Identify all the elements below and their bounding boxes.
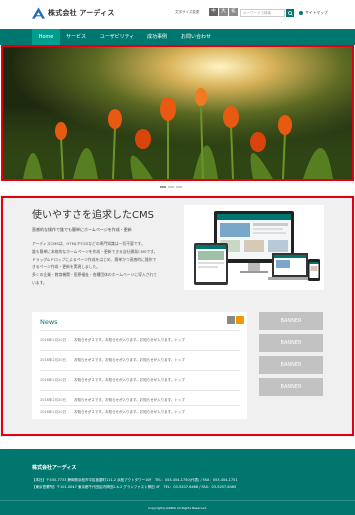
font-size-label: 文字サイズ変更 xyxy=(175,10,200,14)
search-input[interactable]: キーワードで検索 xyxy=(240,9,285,17)
sitemap-icon xyxy=(299,11,303,15)
nav-item-contact[interactable]: お問い合わせ xyxy=(176,29,216,45)
nav-item-home[interactable]: Home xyxy=(32,29,60,45)
nav-item-case-studies[interactable]: 成功事例 xyxy=(140,29,174,45)
footer-company: 株式会社アーディス xyxy=(32,465,77,471)
slider-dot[interactable] xyxy=(176,186,182,188)
hero-slider[interactable] xyxy=(1,45,354,181)
copyright: Copyright(c)ARDIS All Rights Reserved. xyxy=(148,506,207,510)
logo-icon xyxy=(32,7,45,19)
font-size-extra-button[interactable]: 拡 xyxy=(229,8,238,16)
font-size-medium-button[interactable]: 中 xyxy=(209,8,218,16)
sitemap-label: サイトマップ xyxy=(305,10,328,15)
search-icon xyxy=(287,10,293,16)
nav-item-usability[interactable]: ユーザビリティ xyxy=(97,29,137,45)
slider-pagination[interactable] xyxy=(160,186,182,188)
font-size-large-button[interactable]: 大 xyxy=(219,8,228,16)
footer-divider xyxy=(0,500,355,501)
slider-dot[interactable] xyxy=(168,186,174,188)
nav-item-service[interactable]: サービス xyxy=(61,29,91,45)
sitemap-link[interactable]: サイトマップ xyxy=(299,10,328,16)
tulip-photo xyxy=(3,47,352,179)
logo-text: 株式会社 アーディス xyxy=(48,9,115,17)
footer-address-tokyo: 【東京営業所】〒101-0047 東京都千代田区内神田2-4-2 グランファスト… xyxy=(32,485,237,489)
search-button[interactable] xyxy=(286,9,294,17)
logo[interactable]: 株式会社 アーディス xyxy=(32,7,115,19)
global-nav: Home サービス ユーザビリティ 成功事例 お問い合わせ xyxy=(0,29,355,45)
header: 株式会社 アーディス 文字サイズ変更 中 大 拡 キーワードで検索 サイトマップ xyxy=(0,0,355,29)
footer-address-main: 【本社】〒430-7733 静岡県浜松市中区板屋町111-2 浜松アクトタワー1… xyxy=(32,478,238,482)
slider-dot[interactable] xyxy=(160,186,166,188)
highlight-frame xyxy=(1,196,354,436)
